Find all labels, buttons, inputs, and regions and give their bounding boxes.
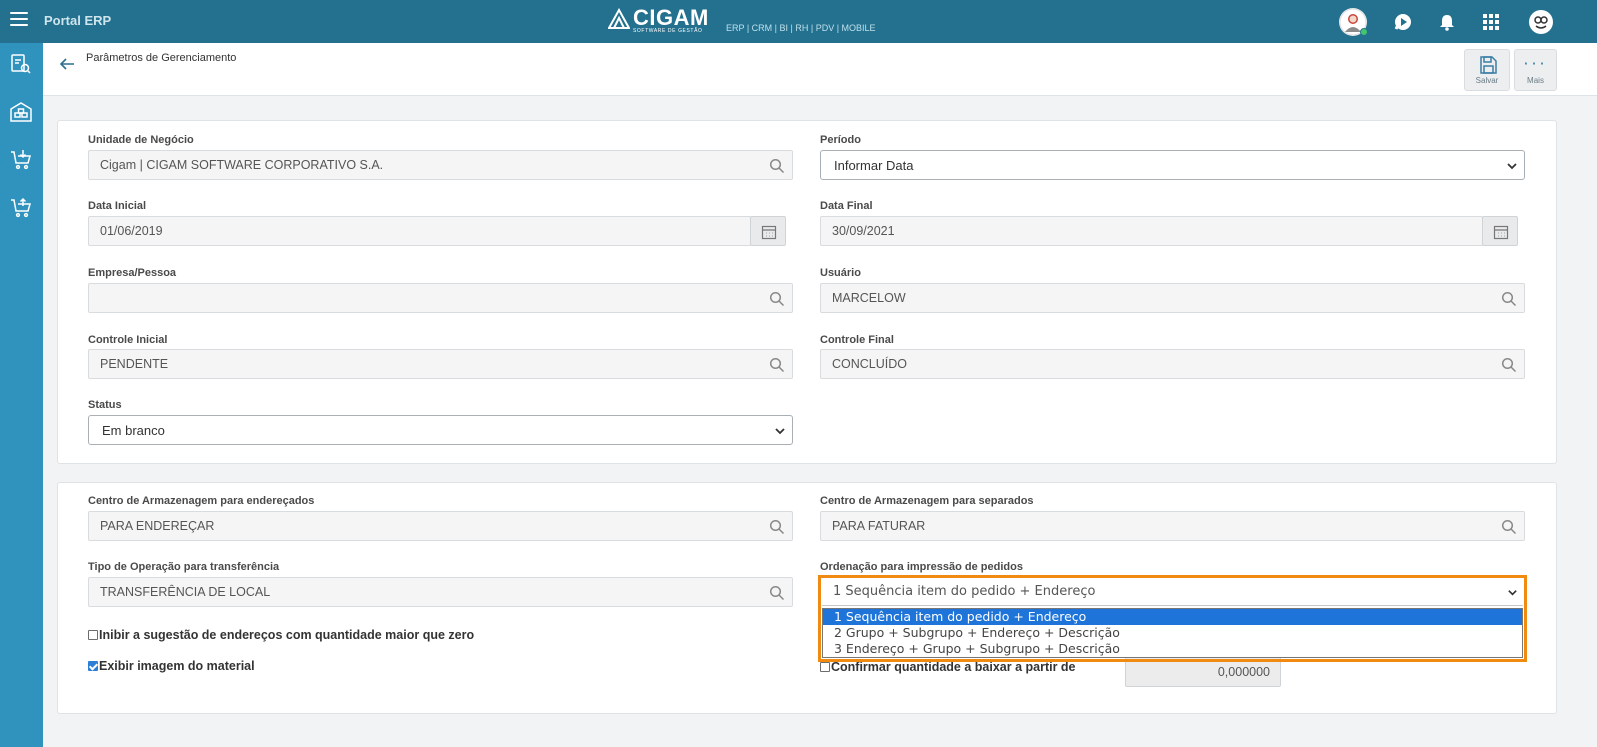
chevron-down-icon bbox=[1507, 163, 1517, 170]
save-label: Salvar bbox=[1475, 76, 1499, 85]
controle-final-label: Controle Final bbox=[820, 334, 894, 346]
data-inicial-label: Data Inicial bbox=[88, 200, 147, 212]
user-avatar[interactable] bbox=[1338, 7, 1368, 37]
calendar-icon bbox=[761, 225, 777, 240]
data-final-input[interactable]: 30/09/2021 bbox=[820, 216, 1483, 246]
cigam-mark-icon bbox=[608, 8, 630, 29]
search-icon[interactable] bbox=[769, 357, 785, 373]
periodo-value: Informar Data bbox=[834, 158, 914, 173]
bell-icon[interactable] bbox=[1432, 7, 1462, 37]
status-value: Em branco bbox=[102, 423, 165, 438]
exibir-checkbox-row[interactable]: Exibir imagem do material bbox=[88, 659, 255, 673]
data-final-label: Data Final bbox=[820, 200, 873, 212]
confirmar-label: Confirmar quantidade a baixar a partir d… bbox=[831, 660, 1076, 674]
unidade-input[interactable]: Cigam | CIGAM SOFTWARE CORPORATIVO S.A. bbox=[88, 150, 793, 180]
apps-grid-icon[interactable] bbox=[1476, 7, 1506, 37]
ordenacao-option-2[interactable]: 2 Grupo + Subgrupo + Endereço + Descriçã… bbox=[823, 625, 1522, 641]
tipo-operacao-label: Tipo de Operação para transferência bbox=[88, 561, 280, 573]
empresa-input[interactable] bbox=[88, 283, 793, 313]
online-status-dot bbox=[1360, 28, 1368, 36]
controle-inicial-value: PENDENTE bbox=[100, 357, 169, 371]
usuario-value: MARCELOW bbox=[832, 291, 906, 305]
enderecados-value: PARA ENDEREÇAR bbox=[100, 519, 215, 533]
separados-value: PARA FATURAR bbox=[832, 519, 926, 533]
brand-subtitle: SOFTWARE DE GESTÃO bbox=[633, 28, 703, 34]
page-header: Parâmetros de Gerenciamento Salvar ··· M… bbox=[43, 43, 1597, 96]
status-label: Status bbox=[88, 399, 122, 411]
unidade-label: Unidade de Negócio bbox=[88, 134, 194, 146]
empresa-label: Empresa/Pessoa bbox=[88, 267, 177, 279]
controle-inicial-label: Controle Inicial bbox=[88, 334, 168, 346]
ordenacao-value: 1 Sequência item do pedido + Endereço bbox=[833, 584, 1096, 599]
inibir-checkbox-row[interactable]: Inibir a sugestão de endereços com quant… bbox=[88, 628, 474, 642]
report-search-icon[interactable] bbox=[9, 52, 33, 76]
exibir-label: Exibir imagem do material bbox=[99, 659, 255, 673]
calendar-icon bbox=[1493, 225, 1509, 240]
chat-play-icon[interactable] bbox=[1388, 7, 1418, 37]
ordenacao-option-3[interactable]: 3 Endereço + Grupo + Subgrupo + Descriçã… bbox=[823, 641, 1522, 657]
enderecados-label: Centro de Armazenagem para endereçados bbox=[88, 495, 315, 507]
more-button[interactable]: ··· Mais bbox=[1514, 49, 1557, 91]
ordenacao-select[interactable]: 1 Sequência item do pedido + Endereço bbox=[822, 579, 1523, 606]
brand-name: CIGAM bbox=[633, 5, 709, 30]
periodo-select[interactable]: Informar Data bbox=[820, 150, 1525, 180]
more-label: Mais bbox=[1527, 76, 1544, 85]
data-final-value: 30/09/2021 bbox=[832, 224, 895, 238]
controle-inicial-input[interactable]: PENDENTE bbox=[88, 349, 793, 379]
search-icon[interactable] bbox=[769, 519, 785, 535]
enderecados-input[interactable]: PARA ENDEREÇAR bbox=[88, 511, 793, 541]
ordenacao-options-list: 1 Sequência item do pedido + Endereço 2 … bbox=[822, 608, 1523, 658]
tipo-operacao-value: TRANSFERÊNCIA DE LOCAL bbox=[100, 585, 271, 599]
chevron-down-icon bbox=[1508, 590, 1517, 596]
data-inicial-value: 01/06/2019 bbox=[100, 224, 163, 238]
tipo-operacao-input[interactable]: TRANSFERÊNCIA DE LOCAL bbox=[88, 577, 793, 607]
separados-label: Centro de Armazenagem para separados bbox=[820, 495, 1034, 507]
profile-logo-icon[interactable] bbox=[1526, 7, 1556, 37]
cigam-logo: CIGAM SOFTWARE DE GESTÃO bbox=[608, 5, 709, 34]
usuario-input[interactable]: MARCELOW bbox=[820, 283, 1525, 313]
controle-final-input[interactable]: CONCLUÍDO bbox=[820, 349, 1525, 379]
modules-list: ERP | CRM | BI | RH | PDV | MOBILE bbox=[726, 23, 876, 33]
data-inicial-input[interactable]: 01/06/2019 bbox=[88, 216, 751, 246]
floppy-disk-icon bbox=[1480, 56, 1497, 74]
cart-up-icon[interactable] bbox=[9, 196, 33, 220]
usuario-label: Usuário bbox=[820, 267, 861, 279]
inibir-label: Inibir a sugestão de endereços com quant… bbox=[99, 628, 475, 642]
left-rail bbox=[0, 43, 43, 747]
back-arrow-icon[interactable] bbox=[57, 54, 77, 74]
page-title: Parâmetros de Gerenciamento bbox=[86, 52, 237, 64]
status-select[interactable]: Em branco bbox=[88, 415, 793, 445]
inibir-checkbox[interactable] bbox=[88, 630, 98, 640]
search-icon[interactable] bbox=[769, 291, 785, 307]
unidade-value: Cigam | CIGAM SOFTWARE CORPORATIVO S.A. bbox=[100, 158, 384, 172]
cart-down-icon[interactable] bbox=[9, 148, 33, 172]
search-icon[interactable] bbox=[769, 585, 785, 601]
warehouse-icon[interactable] bbox=[9, 100, 33, 124]
search-icon[interactable] bbox=[1501, 291, 1517, 307]
search-icon[interactable] bbox=[769, 158, 785, 174]
confirmar-checkbox-row[interactable]: Confirmar quantidade a baixar a partir d… bbox=[820, 660, 1076, 674]
more-dots-icon: ··· bbox=[1523, 54, 1548, 73]
exibir-checkbox[interactable] bbox=[88, 661, 98, 671]
chevron-down-icon bbox=[775, 428, 785, 435]
calendar-button-final[interactable] bbox=[1482, 216, 1518, 246]
search-icon[interactable] bbox=[1501, 519, 1517, 535]
top-bar: Portal ERP CIGAM SOFTWARE DE GESTÃO ERP … bbox=[0, 0, 1597, 43]
ordenacao-option-1[interactable]: 1 Sequência item do pedido + Endereço bbox=[823, 609, 1522, 625]
ordenacao-label: Ordenação para impressão de pedidos bbox=[820, 561, 1023, 573]
hamburger-menu-icon[interactable] bbox=[10, 12, 28, 30]
app-title: Portal ERP bbox=[44, 13, 112, 28]
confirmar-checkbox[interactable] bbox=[820, 662, 830, 672]
calendar-button-inicial[interactable] bbox=[750, 216, 786, 246]
save-button[interactable]: Salvar bbox=[1464, 49, 1510, 91]
separados-input[interactable]: PARA FATURAR bbox=[820, 511, 1525, 541]
search-icon[interactable] bbox=[1501, 357, 1517, 373]
periodo-label: Período bbox=[820, 134, 861, 146]
controle-final-value: CONCLUÍDO bbox=[832, 357, 908, 371]
